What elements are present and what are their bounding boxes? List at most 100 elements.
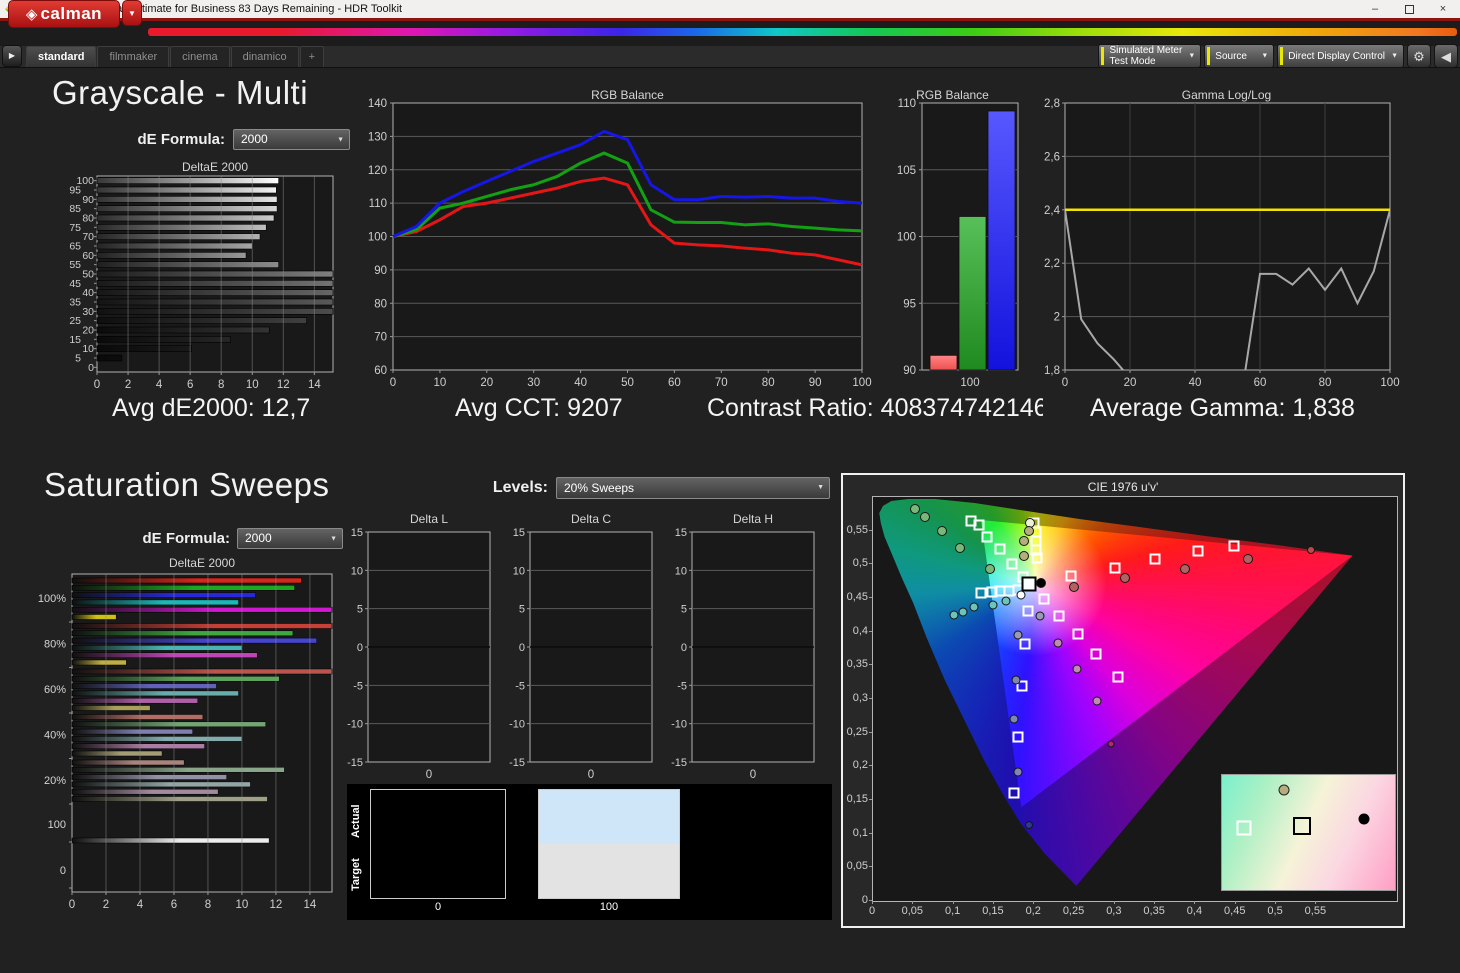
close-button[interactable]: ×	[1426, 0, 1460, 18]
cie-measured-point	[1107, 741, 1114, 748]
cie-measured-point	[1014, 768, 1023, 777]
svg-text:0: 0	[588, 769, 594, 781]
svg-text:10: 10	[236, 899, 249, 911]
titlebar: Calman 2025 Calman Ultimate for Business…	[0, 0, 1460, 18]
svg-text:10: 10	[434, 377, 447, 389]
cie-target-square	[1109, 563, 1120, 574]
cie-measured-point	[989, 600, 998, 609]
cie-y-tick: 0,4	[843, 625, 868, 637]
status-stripe	[1101, 47, 1104, 65]
avg-cct-stat: Avg CCT: 9207	[455, 394, 623, 423]
settings-button[interactable]: ⚙	[1407, 44, 1431, 68]
tab-filmmaker[interactable]: filmmaker	[97, 46, 169, 67]
grayscale-heading: Grayscale - Multi	[52, 74, 308, 112]
cie-x-tick: 0,15	[979, 905, 1007, 917]
svg-text:40: 40	[574, 377, 587, 389]
svg-text:0: 0	[1062, 377, 1068, 389]
saturation-deltae-plot: 100%80%60%40%20%100002468101214	[30, 548, 370, 920]
toolbar-dropdown-0[interactable]: Simulated MeterTest Mode▼	[1098, 44, 1201, 68]
svg-text:2,4: 2,4	[1044, 205, 1061, 217]
cie-target-square	[1072, 628, 1083, 639]
cie-measured-point	[1093, 697, 1102, 706]
svg-text:2,8: 2,8	[1044, 98, 1060, 110]
svg-text:60: 60	[82, 250, 94, 262]
svg-text:6: 6	[171, 899, 177, 911]
calman-logo-button[interactable]: ◈ calman	[8, 0, 120, 28]
svg-text:30: 30	[82, 306, 94, 318]
svg-text:100: 100	[852, 377, 871, 389]
chevron-down-icon: ▼	[1261, 51, 1268, 62]
svg-text:0: 0	[390, 377, 396, 389]
delta-plot-1: 151050-5-10-150	[502, 505, 662, 790]
cie-measured-point	[1069, 582, 1079, 592]
cie-measured-point	[1053, 639, 1062, 648]
svg-text:20: 20	[480, 377, 493, 389]
cie-target-square	[1229, 541, 1240, 552]
svg-text:55: 55	[69, 259, 81, 271]
svg-text:2,6: 2,6	[1044, 151, 1060, 163]
cie-measured-point	[959, 608, 968, 617]
cie-measured-point	[1010, 714, 1019, 723]
sat-de-formula-select[interactable]: 2000▼	[237, 528, 343, 549]
cie-y-tick: 0,2	[843, 759, 868, 771]
grayscale-deltae-plot: 1009590858075706560555045403530252015105…	[55, 158, 375, 400]
cie-x-tick: 0,45	[1221, 905, 1249, 917]
add-tab-button[interactable]: +	[300, 46, 324, 67]
de-formula-select[interactable]: 2000▼	[233, 129, 350, 150]
levels-select[interactable]: 20% Sweeps▼	[556, 477, 830, 499]
cie-diagram-panel: CIE 1976 u'v' 00,050,10,150,20,250,30,35…	[841, 473, 1405, 928]
patch-100-label: 100	[538, 901, 680, 913]
cie-target-square	[1192, 545, 1203, 556]
meter-toolbar: Simulated MeterTest Mode▼Source▼Direct D…	[1098, 44, 1458, 68]
cie-target-square	[1065, 570, 1076, 581]
svg-text:5: 5	[75, 353, 81, 365]
cie-measured-point	[955, 543, 965, 553]
svg-text:-5: -5	[677, 680, 687, 692]
patch-100	[538, 789, 680, 899]
cie-y-tick: 0,55	[843, 524, 868, 536]
svg-text:110: 110	[369, 198, 387, 210]
cie-measured-point	[949, 610, 958, 619]
svg-text:0: 0	[69, 899, 75, 911]
tab-standard[interactable]: standard	[26, 46, 96, 67]
svg-text:20: 20	[1124, 377, 1137, 389]
cie-measured-point	[920, 512, 930, 522]
svg-text:10: 10	[246, 379, 259, 391]
restore-button[interactable]	[1392, 0, 1426, 18]
cie-measured-point	[969, 603, 978, 612]
svg-text:5: 5	[357, 604, 363, 616]
svg-text:15: 15	[513, 527, 525, 539]
cie-target-square	[1091, 648, 1102, 659]
svg-text:0: 0	[60, 865, 66, 877]
svg-text:140: 140	[368, 98, 387, 110]
svg-text:85: 85	[69, 203, 81, 215]
minimize-button[interactable]: –	[1358, 0, 1392, 18]
cie-target-square	[1009, 788, 1020, 799]
delta-plot-2: 151050-5-10-150	[664, 505, 824, 790]
svg-text:100: 100	[1380, 377, 1399, 389]
cie-whitepoint-inset	[1221, 774, 1396, 891]
svg-text:40: 40	[82, 287, 94, 299]
svg-text:80: 80	[374, 298, 387, 310]
svg-text:50: 50	[82, 269, 94, 281]
calman-diamond-icon: ◈	[26, 5, 38, 23]
toolbar-dropdown-1[interactable]: Source▼	[1204, 44, 1274, 68]
tab-bar: ▶ standardfilmmakercinemadinamico+ Simul…	[0, 46, 1460, 68]
collapse-button[interactable]: ◀	[1434, 44, 1458, 68]
svg-text:2,2: 2,2	[1044, 258, 1060, 270]
calman-menu-button[interactable]: ▼	[122, 0, 142, 26]
cie-target-square	[973, 520, 984, 531]
svg-text:70: 70	[82, 231, 94, 243]
cie-measured-point	[937, 526, 947, 536]
gamma-plot: 1,822,22,42,62,8020406080100	[1028, 88, 1400, 390]
tab-dinamico[interactable]: dinamico	[231, 46, 299, 67]
chevron-down-icon: ▼	[1188, 51, 1195, 62]
toolbar-dropdown-2[interactable]: Direct Display Control▼	[1277, 44, 1404, 68]
cie-measured-point	[910, 504, 920, 514]
tab-scroll-button[interactable]: ▶	[2, 45, 22, 67]
tab-cinema[interactable]: cinema	[170, 46, 229, 67]
patch-0-label: 0	[370, 901, 506, 913]
cie-inset-marker-dot	[1358, 813, 1369, 824]
svg-text:2: 2	[125, 379, 131, 391]
svg-text:45: 45	[69, 278, 81, 290]
